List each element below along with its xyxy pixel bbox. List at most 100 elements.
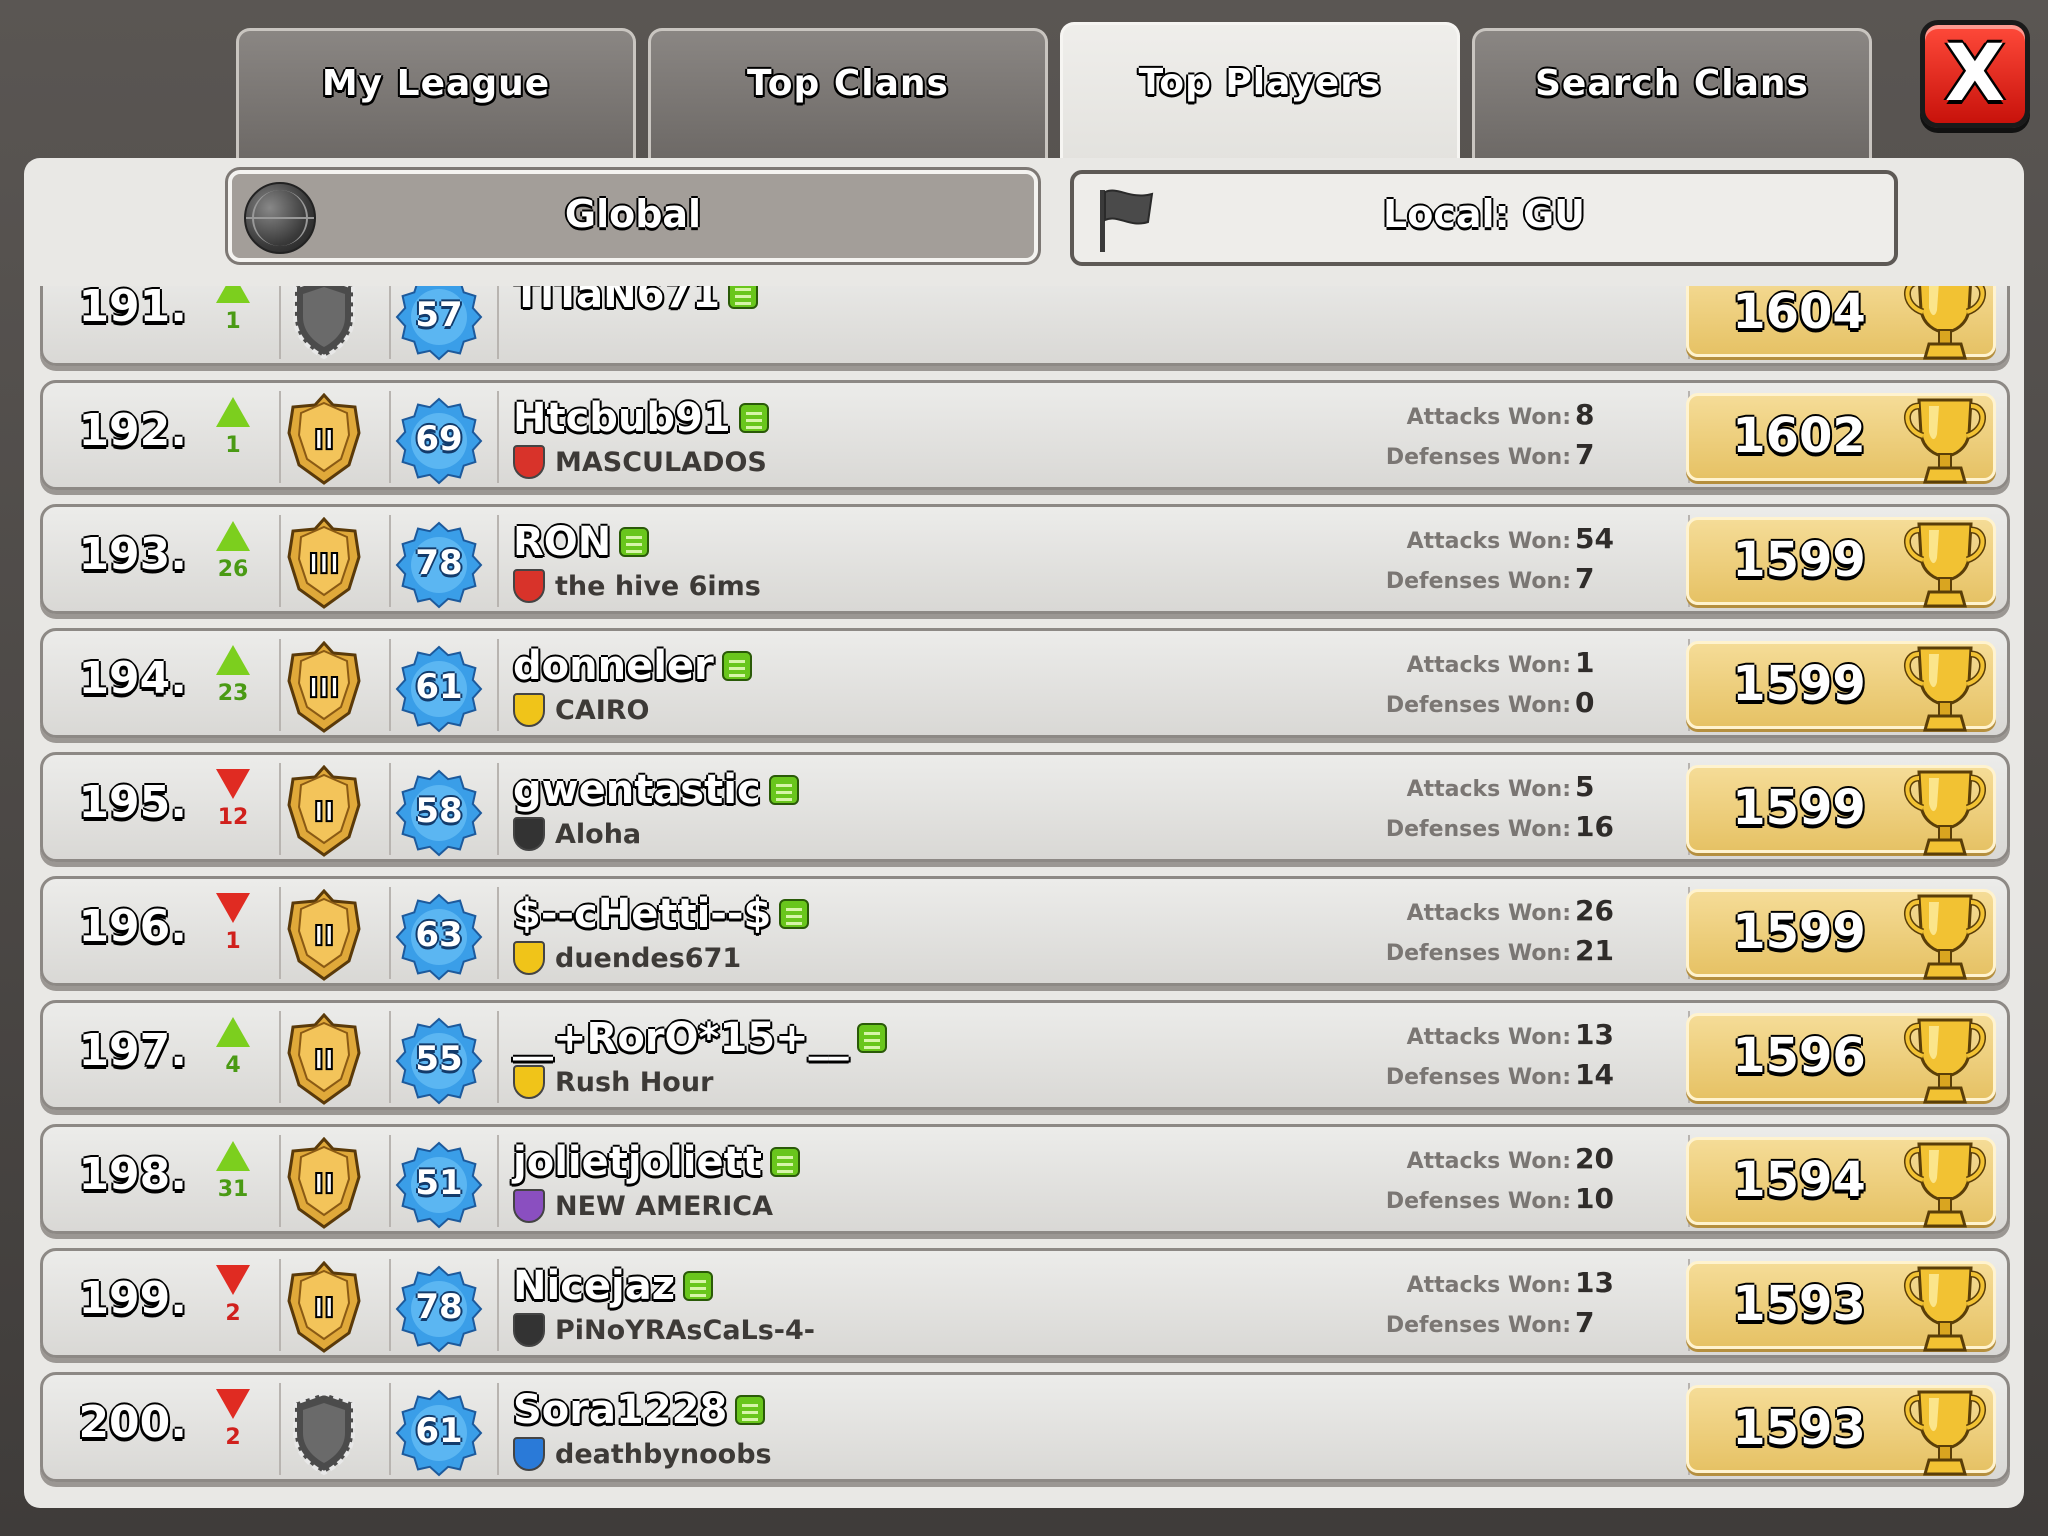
player-row[interactable]: 195. 12 II 58 gwentastic Aloha Attacks Won: 5 De…: [40, 752, 2010, 862]
trophy-box: 1593: [1686, 1261, 1996, 1352]
defenses-won-value: 16: [1575, 810, 1614, 843]
leaderboard-window: My League Top Clans Top Players Search C…: [0, 0, 2048, 1536]
tab-top-clans[interactable]: Top Clans: [648, 28, 1048, 158]
global-filter-button[interactable]: Global: [228, 170, 1038, 262]
defenses-won-label: Defenses Won:: [1385, 1189, 1571, 1214]
close-icon: X: [1944, 29, 2006, 119]
player-row[interactable]: 200. 2 61 Sora1228 deathbynoobs 1593: [40, 1372, 2010, 1482]
player-row[interactable]: 199. 2 II 78 Nicejaz PiNoYRAsCaLs-4- Attacks W…: [40, 1248, 2010, 1358]
player-name-text: Htcbub91: [513, 395, 731, 441]
clan-info[interactable]: MASCULADOS: [513, 445, 767, 479]
tab-my-league[interactable]: My League: [236, 28, 636, 158]
local-filter-label: Local: GU: [1383, 192, 1585, 236]
player-name: Nicejaz: [513, 1263, 714, 1309]
close-button[interactable]: X: [1920, 20, 2030, 128]
trophy-box: 1593: [1686, 1385, 1996, 1476]
tab-top-players[interactable]: Top Players: [1060, 22, 1460, 162]
player-row[interactable]: 196. 1 II 63 $--cHetti--$ duendes671 Attacks W…: [40, 876, 2010, 986]
experience-level: 61: [415, 667, 463, 707]
rank-change-value: 1: [225, 929, 241, 954]
clan-badge-icon: [513, 1437, 545, 1471]
clan-info[interactable]: CAIRO: [513, 693, 650, 727]
rank-change: 2: [193, 1265, 273, 1326]
column-divider: [497, 1259, 499, 1351]
experience-level: 78: [415, 1287, 463, 1327]
column-divider: [279, 1259, 281, 1351]
attacks-won-value: 26: [1575, 894, 1614, 927]
clan-info[interactable]: the hive 6ims: [513, 569, 761, 603]
gold-league-badge-icon: II: [287, 1013, 361, 1105]
battle-stats: Attacks Won: 13 Defenses Won: 7: [1343, 1263, 1623, 1343]
clan-info[interactable]: duendes671: [513, 941, 741, 975]
clan-badge-icon: [513, 817, 545, 851]
global-filter-label: Global: [564, 192, 702, 236]
clan-badge-icon: [513, 693, 545, 727]
player-list[interactable]: 191. 1 57 TiTaN671 1604 192. 1 II 69 Htcbub91 MASC…: [24, 286, 2024, 1508]
clan-badge-icon: [513, 941, 545, 975]
column-divider: [497, 1011, 499, 1103]
battle-stats: Attacks Won: 13 Defenses Won: 14: [1343, 1015, 1623, 1095]
trophy-count: 1602: [1732, 408, 1866, 464]
clan-name: deathbynoobs: [555, 1438, 772, 1470]
clan-badge-icon: [513, 1313, 545, 1347]
gold-league-badge-icon: II: [287, 765, 361, 857]
clan-info[interactable]: Aloha: [513, 817, 641, 851]
player-name: RON: [513, 519, 650, 565]
clan-info[interactable]: PiNoYRAsCaLs-4-: [513, 1313, 815, 1347]
attacks-won-value: 5: [1575, 770, 1595, 803]
player-row[interactable]: 192. 1 II 69 Htcbub91 MASCULADOS Attacks Won: 8…: [40, 380, 2010, 490]
league-numeral: II: [314, 423, 335, 456]
tab-label: Top Clans: [747, 63, 949, 104]
column-divider: [279, 1135, 281, 1227]
clan-badge-icon: [513, 1065, 545, 1099]
rank-change: 1: [193, 286, 273, 334]
rank-change: 31: [193, 1141, 273, 1202]
column-divider: [389, 1135, 391, 1227]
attacks-won: Attacks Won: 1: [1343, 643, 1623, 683]
rank-number: 191.: [78, 286, 187, 332]
attacks-won-value: 1: [1575, 646, 1595, 679]
player-row[interactable]: 193. 26 III 78 RON the hive 6ims Attacks Won: 5…: [40, 504, 2010, 614]
tab-label: My League: [321, 63, 551, 104]
local-filter-button[interactable]: Local: GU: [1070, 170, 1898, 266]
rank-change-value: 2: [225, 1425, 241, 1450]
league-numeral: II: [314, 1167, 335, 1200]
chat-icon: [728, 286, 759, 309]
column-divider: [389, 1259, 391, 1351]
rank-change-value: 2: [225, 1301, 241, 1326]
trophy-box: 1596: [1686, 1013, 1996, 1104]
player-name-text: __+RorO*15+__: [513, 1015, 849, 1061]
trophy-box: 1594: [1686, 1137, 1996, 1228]
player-row[interactable]: 194. 23 III 61 donneler CAIRO Attacks Won: 1 Def…: [40, 628, 2010, 738]
clan-badge-icon: [513, 1189, 545, 1223]
battle-stats: Attacks Won: 54 Defenses Won: 7: [1343, 519, 1623, 599]
trophy-box: 1599: [1686, 765, 1996, 856]
rank-change: 12: [193, 769, 273, 830]
trophy-count: 1604: [1732, 286, 1866, 340]
defenses-won-value: 10: [1575, 1182, 1614, 1215]
experience-level: 78: [415, 543, 463, 583]
defenses-won-value: 7: [1575, 438, 1595, 471]
defenses-won: Defenses Won: 14: [1343, 1055, 1623, 1095]
attacks-won-label: Attacks Won:: [1406, 1273, 1571, 1298]
column-divider: [279, 286, 281, 359]
tab-search-clans[interactable]: Search Clans: [1472, 28, 1872, 158]
trophy-icon: [1904, 1390, 1986, 1476]
rank-change: 23: [193, 645, 273, 706]
clan-info[interactable]: NEW AMERICA: [513, 1189, 773, 1223]
defenses-won-value: 7: [1575, 1306, 1595, 1339]
column-divider: [389, 639, 391, 731]
rank-change: 26: [193, 521, 273, 582]
column-divider: [497, 763, 499, 855]
defenses-won: Defenses Won: 21: [1343, 931, 1623, 971]
defenses-won-label: Defenses Won:: [1385, 569, 1571, 594]
chat-icon: [768, 775, 799, 805]
clan-info[interactable]: deathbynoobs: [513, 1437, 772, 1471]
player-row[interactable]: 198. 31 II 51 jolietjoliett NEW AMERICA Attack…: [40, 1124, 2010, 1234]
leaderboard-panel: Global Local: GU 191. 1 57 TiTaN671 1604 192.…: [24, 158, 2024, 1508]
player-row[interactable]: 191. 1 57 TiTaN671 1604: [40, 286, 2010, 366]
rank-number: 196.: [78, 901, 187, 952]
attacks-won: Attacks Won: 8: [1343, 395, 1623, 435]
player-row[interactable]: 197. 4 II 55 __+RorO*15+__ Rush Hour Attacks W…: [40, 1000, 2010, 1110]
clan-info[interactable]: Rush Hour: [513, 1065, 713, 1099]
